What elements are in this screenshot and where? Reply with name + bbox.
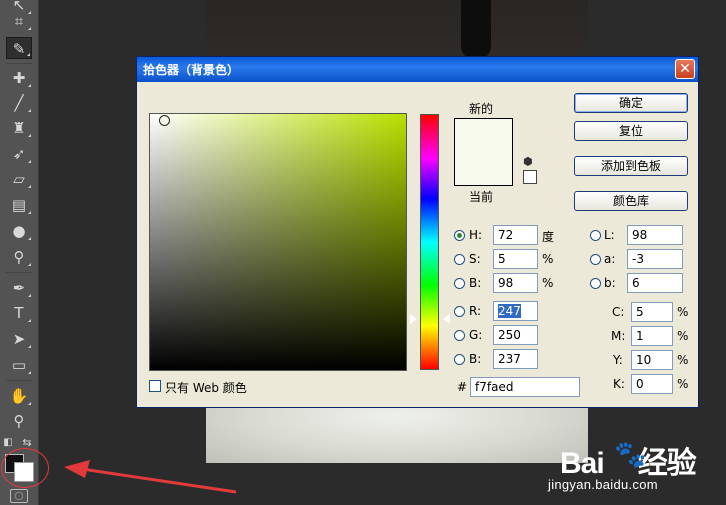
a-input[interactable]: -3 — [627, 249, 683, 269]
watermark-brand-right: 经验 — [637, 447, 697, 480]
l-input[interactable]: 98 — [627, 225, 683, 245]
lab-b-input[interactable]: 6 — [627, 273, 683, 293]
y-unit: % — [677, 353, 689, 367]
zoom-tool-icon[interactable]: ⚲ — [6, 410, 32, 432]
gradient-tool-icon[interactable]: ▤ — [6, 194, 32, 216]
watermark-site: jingyan.baidu.com — [548, 477, 658, 492]
close-icon: ✕ — [679, 61, 691, 77]
add-to-swatches-button[interactable]: 添加到色板 — [574, 156, 688, 176]
photo-plate — [206, 405, 588, 463]
toolbar-separator — [6, 272, 32, 273]
type-tool-icon[interactable]: T — [6, 302, 32, 324]
new-color-label: 新的 — [469, 102, 494, 116]
dodge-tool-icon[interactable]: ⚲ — [6, 246, 32, 268]
r-label: R: — [469, 304, 482, 318]
s-input[interactable]: 5 — [493, 249, 538, 269]
m-unit: % — [677, 329, 689, 343]
k-input[interactable]: 0 — [631, 374, 673, 394]
radio-b[interactable] — [454, 278, 465, 289]
s-label: S: — [469, 252, 481, 266]
radio-a[interactable] — [590, 254, 601, 265]
color-picker-dialog: 拾色器（背景色） ✕ 新的 当前 ⬢ 确定 复位 添加到色板 颜色库 H: 72… — [136, 56, 699, 408]
h-input[interactable]: 72 — [493, 225, 538, 245]
eyedropper-tool-icon[interactable]: ✎ — [6, 37, 32, 59]
history-brush-icon[interactable]: ➶ — [6, 143, 32, 165]
hue-slider[interactable] — [420, 114, 439, 370]
blur-tool-icon[interactable]: ● — [6, 220, 32, 242]
blue-label: B: — [469, 352, 482, 366]
r-input-selection: 247 — [498, 304, 521, 318]
s-unit: % — [542, 252, 554, 266]
clone-stamp-icon[interactable]: ♜ — [6, 117, 32, 139]
toolbar-separator — [6, 380, 32, 381]
hex-input[interactable]: f7faed — [470, 377, 580, 397]
hue-slider-handle-right[interactable] — [443, 314, 450, 324]
radio-l[interactable] — [590, 230, 601, 241]
path-select-icon[interactable]: ➤ — [6, 328, 32, 350]
brush-tool-icon[interactable]: ╱ — [6, 92, 32, 114]
hue-slider-handle-left[interactable] — [410, 314, 417, 324]
photo-object — [461, 0, 491, 60]
dialog-title: 拾色器（背景色） — [143, 63, 240, 77]
radio-lab-b[interactable] — [590, 278, 601, 289]
tools-panel: ↖ ⌗ ✎ ✚ ╱ ♜ ➶ ▱ ▤ ● ⚲ ✒ T ➤ ▭ ✋ ⚲ ◧ ⇆ ◯ — [0, 0, 39, 505]
g-input[interactable]: 250 — [493, 325, 538, 345]
y-input[interactable]: 10 — [631, 350, 673, 370]
annotation-arrow — [64, 460, 237, 494]
a-label: a: — [604, 252, 616, 266]
m-label: M: — [611, 329, 626, 343]
cube-warning-icon[interactable]: ⬢ — [523, 155, 533, 168]
annotation-circle — [1, 448, 49, 488]
quick-mask-icon[interactable]: ◯ — [10, 489, 28, 503]
web-safe-swatch[interactable] — [523, 170, 537, 184]
radio-blue[interactable] — [454, 354, 465, 365]
radio-r[interactable] — [454, 306, 465, 317]
color-field-cursor[interactable] — [159, 115, 170, 126]
hand-tool-icon[interactable]: ✋ — [6, 385, 32, 407]
web-only-label: 只有 Web 颜色 — [165, 381, 247, 395]
color-field[interactable] — [149, 113, 407, 371]
k-label: K: — [613, 377, 625, 391]
c-input[interactable]: 5 — [631, 302, 673, 322]
close-button[interactable]: ✕ — [675, 59, 695, 79]
h-label: H: — [469, 228, 483, 242]
h-unit: 度 — [542, 230, 555, 244]
radio-h[interactable] — [454, 230, 465, 241]
k-unit: % — [677, 377, 689, 391]
b-input[interactable]: 98 — [493, 273, 538, 293]
healing-brush-icon[interactable]: ✚ — [6, 67, 32, 89]
y-label: Y: — [613, 353, 623, 367]
b-unit: % — [542, 276, 554, 290]
hex-label: # — [457, 380, 468, 394]
lab-b-label: b: — [604, 276, 616, 290]
m-input[interactable]: 1 — [631, 326, 673, 346]
web-only-checkbox[interactable] — [149, 380, 161, 392]
toolbar-separator — [6, 63, 32, 64]
c-unit: % — [677, 305, 689, 319]
ok-button[interactable]: 确定 — [574, 93, 688, 113]
radio-g[interactable] — [454, 330, 465, 341]
color-libraries-button[interactable]: 颜色库 — [574, 191, 688, 211]
color-preview — [454, 118, 513, 186]
reset-button[interactable]: 复位 — [574, 121, 688, 141]
b-label: B: — [469, 276, 482, 290]
crop-tool-icon[interactable]: ⌗ — [6, 10, 32, 32]
l-label: L: — [604, 228, 615, 242]
r-input[interactable]: 247 — [493, 301, 538, 321]
baidu-watermark: Bai 经验 🐾 jingyan.baidu.com — [548, 430, 724, 500]
pen-tool-icon[interactable]: ✒ — [6, 277, 32, 299]
blue-input[interactable]: 237 — [493, 349, 538, 369]
paw-icon: 🐾 — [614, 440, 647, 470]
watermark-brand-left: Bai — [560, 447, 605, 480]
g-label: G: — [469, 328, 483, 342]
eraser-tool-icon[interactable]: ▱ — [6, 168, 32, 190]
current-color-label: 当前 — [469, 190, 494, 204]
dialog-titlebar[interactable]: 拾色器（背景色） ✕ — [137, 57, 698, 82]
shape-tool-icon[interactable]: ▭ — [6, 354, 32, 376]
c-label: C: — [612, 305, 625, 319]
radio-s[interactable] — [454, 254, 465, 265]
